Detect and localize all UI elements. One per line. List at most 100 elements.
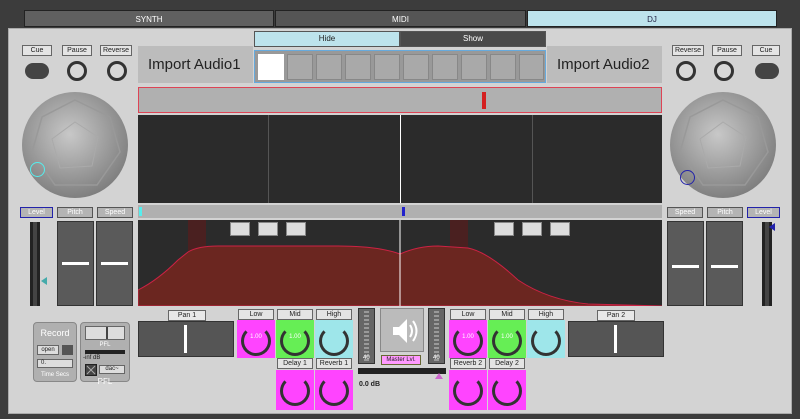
filter-mode-bandpass-left[interactable] xyxy=(258,222,278,236)
pause-button-right[interactable] xyxy=(714,61,734,81)
eq-low-knob-left[interactable]: 1.00 xyxy=(237,320,275,358)
pfl-slider[interactable] xyxy=(85,326,125,340)
reverb-2-knob[interactable] xyxy=(449,370,487,410)
crossfader-track[interactable] xyxy=(138,87,662,113)
pan-2-label: Pan 2 xyxy=(597,310,635,321)
pfl-header: PFL xyxy=(99,342,111,348)
level-pointer-left xyxy=(41,277,47,285)
master-db-readout: 0.0 dB xyxy=(359,381,381,388)
reverb-2-label: Reverb 2 xyxy=(450,358,486,369)
pitch-label-left: Pitch xyxy=(57,207,93,218)
import-audio-2-button[interactable]: Import Audio2 xyxy=(547,46,662,83)
record-open-button[interactable]: open xyxy=(37,345,59,355)
position-marker-right xyxy=(402,207,405,216)
filter-mode-highpass-left[interactable] xyxy=(286,222,306,236)
reverb-1-knob[interactable] xyxy=(315,370,353,410)
filter-mode-lowpass-left[interactable] xyxy=(230,222,250,236)
step-4[interactable] xyxy=(345,54,371,80)
eq-low-label-left: Low xyxy=(238,309,274,320)
master-level-slider[interactable] xyxy=(358,368,446,374)
channel-fader-value-left: 40 xyxy=(363,355,370,361)
step-7[interactable] xyxy=(432,54,458,80)
hide-button[interactable]: Hide xyxy=(254,31,400,47)
cue-button-label-right: Cue xyxy=(752,45,780,56)
pan-1-label: Pan 1 xyxy=(168,310,206,321)
step-6[interactable] xyxy=(403,54,429,80)
crossfader-handle[interactable] xyxy=(482,92,486,109)
delay-1-knob[interactable] xyxy=(276,370,314,410)
step-3[interactable] xyxy=(316,54,342,80)
import-audio-1-button[interactable]: Import Audio1 xyxy=(138,46,253,83)
reverse-button-right[interactable] xyxy=(676,61,696,81)
pan-1-slider[interactable] xyxy=(138,321,234,357)
record-toggle[interactable] xyxy=(62,345,73,355)
reverse-button-left[interactable] xyxy=(107,61,127,81)
jog-wheel-right-marker xyxy=(680,170,695,185)
jog-wheel-right[interactable] xyxy=(670,92,776,198)
pitch-fader-right[interactable] xyxy=(706,221,743,306)
filter-mode-lowpass-right[interactable] xyxy=(494,222,514,236)
master-level-pointer xyxy=(435,373,443,379)
record-time-value[interactable]: 0. xyxy=(37,359,73,368)
tab-synth[interactable]: SYNTH xyxy=(24,10,274,27)
pfl-panel: PFL -inf dB dac~ PFL xyxy=(80,322,130,386)
pause-button-label-right: Pause xyxy=(712,45,742,56)
step-9[interactable] xyxy=(490,54,516,80)
eq-low-label-right: Low xyxy=(450,309,486,320)
import-audio-2-label: Import Audio2 xyxy=(557,56,650,73)
filter-curves xyxy=(138,220,662,306)
eq-high-knob-left[interactable] xyxy=(315,320,353,358)
filter-mode-bandpass-right[interactable] xyxy=(522,222,542,236)
pfl-meter xyxy=(85,350,125,354)
step-2[interactable] xyxy=(287,54,313,80)
channel-fader-value-right: 40 xyxy=(433,355,440,361)
step-8[interactable] xyxy=(461,54,487,80)
step-5[interactable] xyxy=(374,54,400,80)
tab-dj[interactable]: DJ xyxy=(527,10,777,27)
waveform-display-top xyxy=(138,115,662,203)
pitch-fader-left[interactable] xyxy=(57,221,94,306)
jog-wheel-left-marker xyxy=(30,162,45,177)
eq-mid-knob-left[interactable]: 1.00 xyxy=(276,320,314,358)
record-panel: Record open 0. Time Secs xyxy=(33,322,77,382)
delay-2-knob[interactable] xyxy=(488,370,526,410)
level-label-right: Level xyxy=(747,207,780,218)
filter-mode-highpass-right[interactable] xyxy=(550,222,570,236)
eq-mid-label-right: Mid xyxy=(489,309,525,320)
tab-midi[interactable]: MIDI xyxy=(275,10,526,27)
master-level-label: Master Lvl. xyxy=(381,355,421,365)
eq-high-label-right: High xyxy=(528,309,564,320)
speed-label-left: Speed xyxy=(97,207,133,218)
pitch-label-right: Pitch xyxy=(707,207,743,218)
pfl-level-readout: -inf dB xyxy=(83,355,101,361)
step-1[interactable] xyxy=(258,54,284,80)
level-meter-right[interactable] xyxy=(762,222,772,306)
cue-button-label-left: Cue xyxy=(22,45,52,56)
pan-2-slider[interactable] xyxy=(568,321,664,357)
eq-high-label-left: High xyxy=(316,309,352,320)
pause-button-left[interactable] xyxy=(67,61,87,81)
delay-1-label: Delay 1 xyxy=(277,358,313,369)
speaker-icon[interactable] xyxy=(380,308,424,352)
record-title: Record xyxy=(40,328,70,338)
speed-fader-left[interactable] xyxy=(96,221,133,306)
step-10[interactable] xyxy=(519,54,544,80)
level-meter-left[interactable] xyxy=(30,222,40,306)
eq-low-knob-right[interactable]: 1.00 xyxy=(449,320,487,358)
eq-mid-knob-right[interactable]: 1.00 xyxy=(488,320,526,358)
eq-high-knob-right[interactable] xyxy=(527,320,565,358)
cue-button-left[interactable] xyxy=(25,63,49,79)
record-time-label: Time Secs xyxy=(40,372,70,378)
show-button[interactable]: Show xyxy=(400,31,546,47)
jog-wheel-left[interactable] xyxy=(22,92,128,198)
speed-fader-right[interactable] xyxy=(667,221,704,306)
import-audio-1-label: Import Audio1 xyxy=(148,56,241,73)
speed-label-right: Speed xyxy=(667,207,703,218)
pfl-dac-object[interactable]: dac~ xyxy=(99,365,125,374)
eq-mid-label-left: Mid xyxy=(277,309,313,320)
pause-button-label-left: Pause xyxy=(62,45,92,56)
pfl-toggle[interactable] xyxy=(85,364,97,376)
cue-button-right[interactable] xyxy=(755,63,779,79)
playback-position-bar[interactable] xyxy=(138,205,662,218)
step-row xyxy=(254,50,546,83)
